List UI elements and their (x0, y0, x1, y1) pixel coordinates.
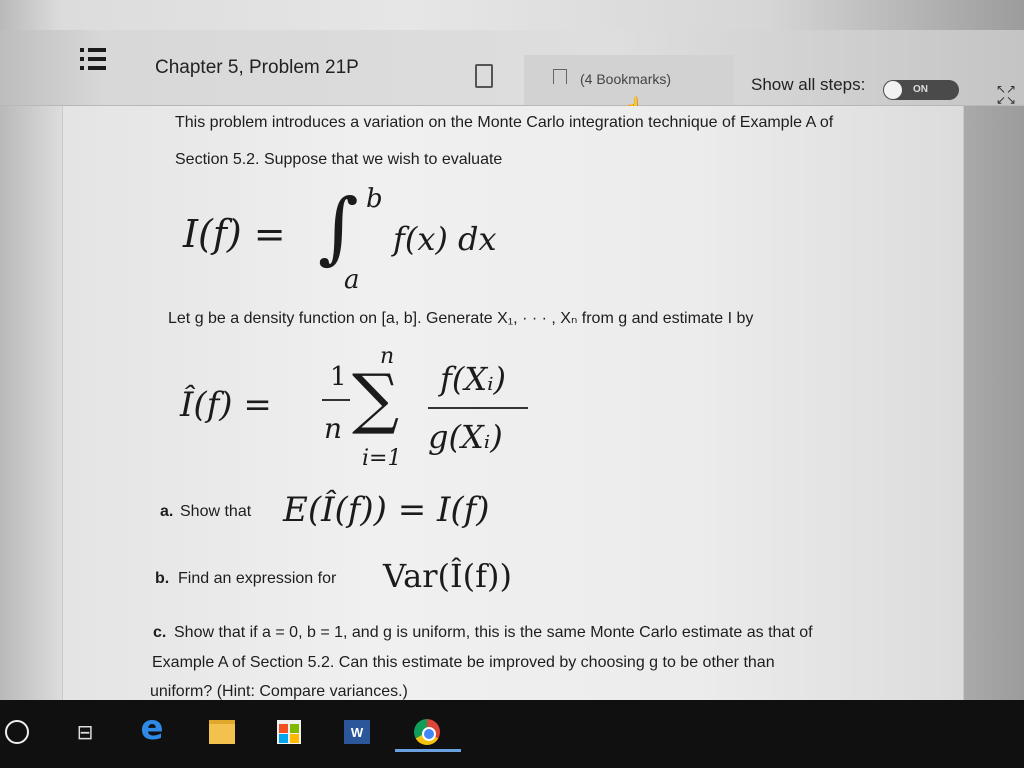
search-circle-icon[interactable] (0, 712, 34, 752)
ratio-denominator: g(Xᵢ) (428, 418, 503, 456)
bookmarks-count[interactable]: (4 Bookmarks) (580, 71, 671, 87)
expand-icon[interactable]: ↖↗ ↙↘ (996, 83, 1016, 106)
intro-line-2: Section 5.2. Suppose that we wish to eva… (175, 151, 503, 168)
show-all-steps-label: Show all steps: (751, 75, 866, 94)
integral-lower-limit: a (344, 265, 360, 295)
page-title: Chapter 5, Problem 21P (155, 57, 359, 78)
part-b-text: Find an expression for (178, 570, 337, 587)
chrome-icon[interactable] (410, 712, 444, 752)
part-c-label: c. (153, 624, 167, 641)
part-a-label: a. (160, 503, 174, 520)
store-icon[interactable] (272, 712, 306, 752)
show-steps-toggle[interactable]: ON (883, 80, 959, 100)
ratio-bar (428, 407, 528, 409)
integral-lhs: I(f) = (183, 212, 286, 256)
part-c-line-1: Show that if a = 0, b = 1, and g is unif… (174, 624, 813, 641)
integral-upper-limit: b (366, 184, 383, 214)
active-app-indicator (395, 749, 461, 752)
toggle-knob (884, 81, 902, 99)
document-icon[interactable] (475, 64, 493, 88)
integral-sign-icon: ∫ (318, 183, 359, 273)
bookmark-icon[interactable] (553, 69, 567, 84)
word-icon[interactable]: W (340, 712, 374, 752)
part-c-line-2: Example A of Section 5.2. Can this estim… (152, 654, 775, 671)
intro-line-1: This problem introduces a variation on t… (175, 114, 834, 131)
part-a-equation: E(Î(f)) = I(f) (283, 490, 490, 530)
summation-sign-icon: ∑ (352, 360, 400, 437)
part-b-equation: Var(Î(f)) (383, 557, 512, 595)
one-over-n-numerator: 1 (330, 362, 347, 392)
let-g-line: Let g be a density function on [a, b]. G… (168, 310, 754, 327)
integral-body: f(x) dx (393, 220, 497, 258)
one-over-n-denominator: n (324, 412, 343, 445)
ratio-numerator: f(Xᵢ) (440, 360, 507, 398)
task-view-icon[interactable]: ⊟ (68, 712, 102, 752)
file-explorer-icon[interactable] (205, 712, 239, 752)
estimator-lhs: Î(f) = (180, 385, 272, 425)
menu-icon[interactable] (80, 48, 106, 74)
part-a-text: Show that (180, 503, 252, 520)
part-b-label: b. (155, 570, 170, 587)
problem-toolbar (0, 30, 1024, 106)
sum-lower-limit: i=1 (362, 446, 402, 471)
fraction-bar (322, 399, 350, 401)
toggle-state: ON (913, 84, 928, 95)
edge-icon[interactable]: e (135, 708, 169, 748)
